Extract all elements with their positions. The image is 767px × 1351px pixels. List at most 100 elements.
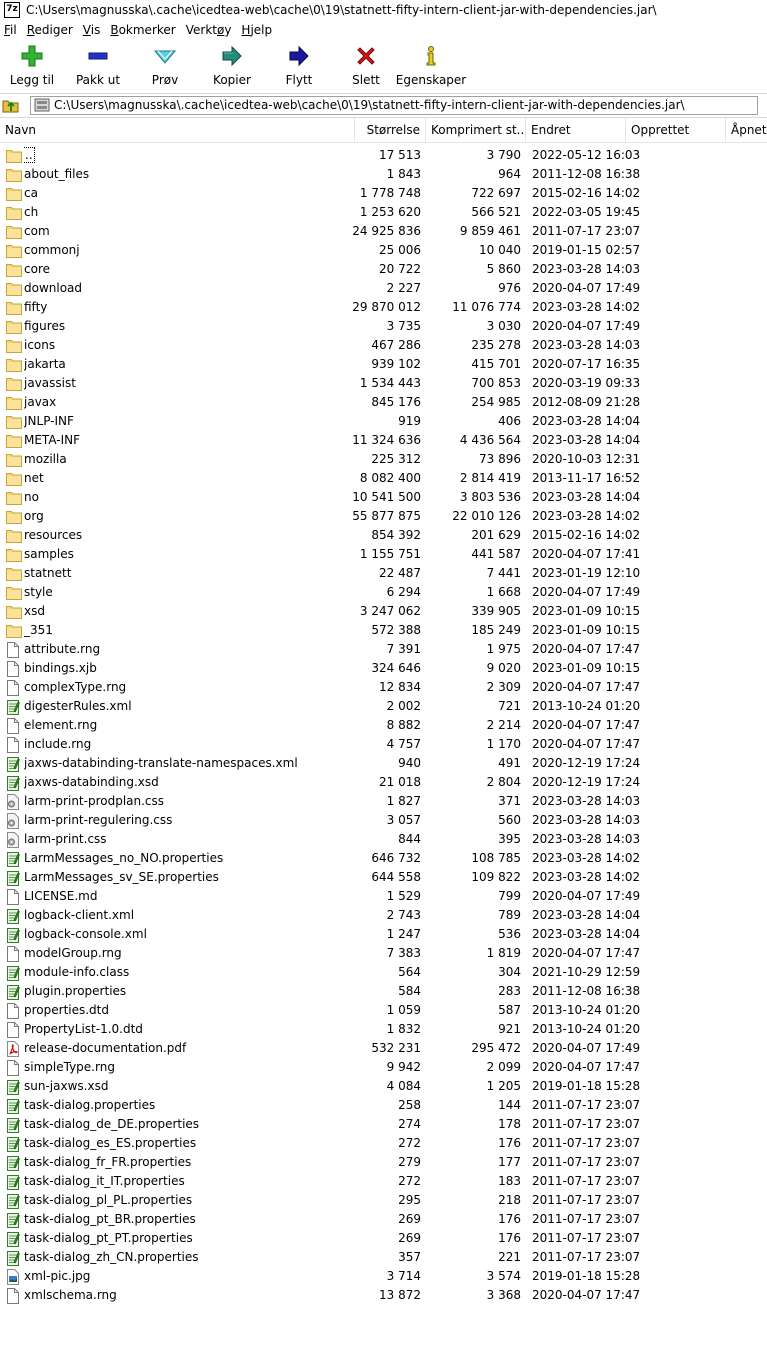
- table-row[interactable]: ca 1 778 748 722 697 2015-02-16 14:02: [0, 184, 767, 203]
- extract-button[interactable]: Pakk ut: [64, 40, 132, 92]
- table-row[interactable]: larm-print-prodplan.css 1 827 371 2023-03-2…: [0, 792, 767, 811]
- table-row[interactable]: META-INF 11 324 636 4 436 564 2023-03-28 14…: [0, 431, 767, 450]
- table-row[interactable]: xml-pic.jpg 3 714 3 574 2019-01-18 15:28: [0, 1267, 767, 1286]
- table-row[interactable]: include.rng 4 757 1 170 2020-04-07 17:47: [0, 735, 767, 754]
- table-row[interactable]: module-info.class 564 304 2021-10-29 12:59: [0, 963, 767, 982]
- table-row[interactable]: task-dialog_pl_PL.properties 295 218 2011-0…: [0, 1191, 767, 1210]
- table-row[interactable]: task-dialog_it_IT.properties 272 183 2011-0…: [0, 1172, 767, 1191]
- address-field[interactable]: C:\Users\magnusska\.cache\icedtea-web\ca…: [30, 95, 758, 115]
- file-list[interactable]: Navn Størrelse Komprimert st... Endret O…: [0, 117, 767, 1351]
- table-row[interactable]: javassist 1 534 443 700 853 2020-03-19 09:3…: [0, 374, 767, 393]
- table-row[interactable]: net 8 082 400 2 814 419 2013-11-17 16:52: [0, 469, 767, 488]
- file-size: 532 231: [371, 1041, 421, 1055]
- table-row[interactable]: xsd 3 247 062 339 905 2023-01-09 10:15: [0, 602, 767, 621]
- table-row[interactable]: PropertyList-1.0.dtd 1 832 921 2013-10-24 0…: [0, 1020, 767, 1039]
- table-row[interactable]: simpleType.rng 9 942 2 099 2020-04-07 17:47: [0, 1058, 767, 1077]
- menu-bookmarks[interactable]: Bokmerker: [106, 23, 179, 37]
- table-row[interactable]: xmlschema.rng 13 872 3 368 2020-04-07 17:47: [0, 1286, 767, 1305]
- table-row[interactable]: commonj 25 006 10 040 2019-01-15 02:57: [0, 241, 767, 260]
- menu-tools[interactable]: Verktøy: [182, 23, 236, 37]
- file-modified: 2023-03-28 14:03: [532, 832, 641, 846]
- column-packed-size[interactable]: Komprimert st...: [426, 118, 526, 142]
- table-row[interactable]: properties.dtd 1 059 587 2013-10-24 01:20: [0, 1001, 767, 1020]
- parent-folder-label: ..: [24, 147, 35, 163]
- table-row[interactable]: mozilla 225 312 73 896 2020-10-03 12:31: [0, 450, 767, 469]
- menu-view[interactable]: Vis: [79, 23, 105, 37]
- table-row[interactable]: LarmMessages_sv_SE.properties 644 558 109 …: [0, 868, 767, 887]
- column-name[interactable]: Navn: [0, 118, 355, 142]
- table-row[interactable]: org 55 877 875 22 010 126 2023-03-28 14:02: [0, 507, 767, 526]
- copy-button[interactable]: Kopier: [198, 40, 266, 92]
- file-modified: 2023-03-28 14:02: [532, 509, 641, 523]
- delete-button[interactable]: Slett: [332, 40, 400, 92]
- table-row[interactable]: no 10 541 500 3 803 536 2023-03-28 14:04: [0, 488, 767, 507]
- table-row[interactable]: samples 1 155 751 441 587 2020-04-07 17:41: [0, 545, 767, 564]
- file-name: xml-pic.jpg: [24, 1269, 91, 1283]
- table-row[interactable]: logback-console.xml 1 247 536 2023-03-28 14…: [0, 925, 767, 944]
- table-row[interactable]: task-dialog_de_DE.properties 274 178 2011-0…: [0, 1115, 767, 1134]
- table-row[interactable]: .. 17 513 3 790 2022-05-12 16:03: [0, 146, 767, 165]
- test-button[interactable]: Prøv: [132, 40, 198, 92]
- table-row[interactable]: modelGroup.rng 7 383 1 819 2020-04-07 17:47: [0, 944, 767, 963]
- table-row[interactable]: task-dialog_es_ES.properties 272 176 2011-0…: [0, 1134, 767, 1153]
- table-row[interactable]: statnett 22 487 7 441 2023-01-19 12:10: [0, 564, 767, 583]
- table-row[interactable]: download 2 227 976 2020-04-07 17:49: [0, 279, 767, 298]
- column-created[interactable]: Opprettet: [626, 118, 726, 142]
- table-row[interactable]: task-dialog_fr_FR.properties 279 177 2011-0…: [0, 1153, 767, 1172]
- table-row[interactable]: task-dialog_zh_CN.properties 357 221 2011-0…: [0, 1248, 767, 1267]
- properties-button[interactable]: Egenskaper: [396, 40, 466, 92]
- column-modified[interactable]: Endret: [526, 118, 626, 142]
- file-modified: 2020-04-07 17:49: [532, 1041, 641, 1055]
- table-row[interactable]: element.rng 8 882 2 214 2020-04-07 17:47: [0, 716, 767, 735]
- menu-help[interactable]: Hjelp: [237, 23, 276, 37]
- file-name: javassist: [24, 376, 76, 390]
- file-packed-size: 22 010 126: [452, 509, 521, 523]
- folder-up-button[interactable]: [0, 95, 22, 115]
- table-row[interactable]: jakarta 939 102 415 701 2020-07-17 16:35: [0, 355, 767, 374]
- file-packed-size: 921: [498, 1022, 521, 1036]
- move-button[interactable]: Flytt: [266, 40, 332, 92]
- table-row[interactable]: larm-print-regulering.css 3 057 560 2023-03…: [0, 811, 767, 830]
- table-row[interactable]: _351 572 388 185 249 2023-01-09 10:15: [0, 621, 767, 640]
- add-button[interactable]: Legg til: [0, 40, 64, 92]
- table-row[interactable]: about_files 1 843 964 2011-12-08 16:38: [0, 165, 767, 184]
- file-modified: 2023-03-28 14:04: [532, 433, 641, 447]
- table-row[interactable]: task-dialog_pt_BR.properties 269 176 2011-0…: [0, 1210, 767, 1229]
- table-row[interactable]: task-dialog_pt_PT.properties 269 176 2011-0…: [0, 1229, 767, 1248]
- table-row[interactable]: sun-jaxws.xsd 4 084 1 205 2019-01-18 15:28: [0, 1077, 767, 1096]
- file-packed-size: 2 214: [486, 718, 521, 732]
- table-row[interactable]: ch 1 253 620 566 521 2022-03-05 19:45: [0, 203, 767, 222]
- file-size: 269: [398, 1212, 421, 1226]
- table-row[interactable]: task-dialog.properties 258 144 2011-07-17 2…: [0, 1096, 767, 1115]
- table-row[interactable]: fifty 29 870 012 11 076 774 2023-03-28 14:0…: [0, 298, 767, 317]
- table-row[interactable]: attribute.rng 7 391 1 975 2020-04-07 17:47: [0, 640, 767, 659]
- table-row[interactable]: release-documentation.pdf 532 231 295 472 2…: [0, 1039, 767, 1058]
- window-title: C:\Users\magnusska\.cache\icedtea-web\ca…: [26, 3, 657, 17]
- table-row[interactable]: JNLP-INF 919 406 2023-03-28 14:04: [0, 412, 767, 431]
- table-row[interactable]: style 6 294 1 668 2020-04-07 17:49: [0, 583, 767, 602]
- table-row[interactable]: logback-client.xml 2 743 789 2023-03-28 14:…: [0, 906, 767, 925]
- table-row[interactable]: larm-print.css 844 395 2023-03-28 14:03: [0, 830, 767, 849]
- menu-file[interactable]: Fil: [0, 23, 21, 37]
- table-row[interactable]: LarmMessages_no_NO.properties 646 732 108 …: [0, 849, 767, 868]
- column-size[interactable]: Størrelse: [355, 118, 426, 142]
- table-row[interactable]: core 20 722 5 860 2023-03-28 14:03: [0, 260, 767, 279]
- text-file-icon: [6, 1134, 22, 1153]
- file-size: 467 286: [371, 338, 421, 352]
- table-row[interactable]: complexType.rng 12 834 2 309 2020-04-07 17:…: [0, 678, 767, 697]
- table-row[interactable]: bindings.xjb 324 646 9 020 2023-01-09 10:15: [0, 659, 767, 678]
- file-modified: 2020-04-07 17:47: [532, 737, 641, 751]
- table-row[interactable]: LICENSE.md 1 529 799 2020-04-07 17:49: [0, 887, 767, 906]
- menu-edit[interactable]: Rediger: [23, 23, 77, 37]
- table-row[interactable]: jaxws-databinding.xsd 21 018 2 804 2020-12-…: [0, 773, 767, 792]
- table-row[interactable]: digesterRules.xml 2 002 721 2013-10-24 01:2…: [0, 697, 767, 716]
- table-row[interactable]: plugin.properties 584 283 2011-12-08 16:38: [0, 982, 767, 1001]
- table-row[interactable]: icons 467 286 235 278 2023-03-28 14:03: [0, 336, 767, 355]
- table-row[interactable]: jaxws-databinding-translate-namespaces.x…: [0, 754, 767, 773]
- table-row[interactable]: javax 845 176 254 985 2012-08-09 21:28: [0, 393, 767, 412]
- table-row[interactable]: resources 854 392 201 629 2015-02-16 14:02: [0, 526, 767, 545]
- table-row[interactable]: com 24 925 836 9 859 461 2011-07-17 23:07: [0, 222, 767, 241]
- table-row[interactable]: figures 3 735 3 030 2020-04-07 17:49: [0, 317, 767, 336]
- file-packed-size: 700 853: [471, 376, 521, 390]
- column-accessed[interactable]: Åpnet: [726, 118, 767, 142]
